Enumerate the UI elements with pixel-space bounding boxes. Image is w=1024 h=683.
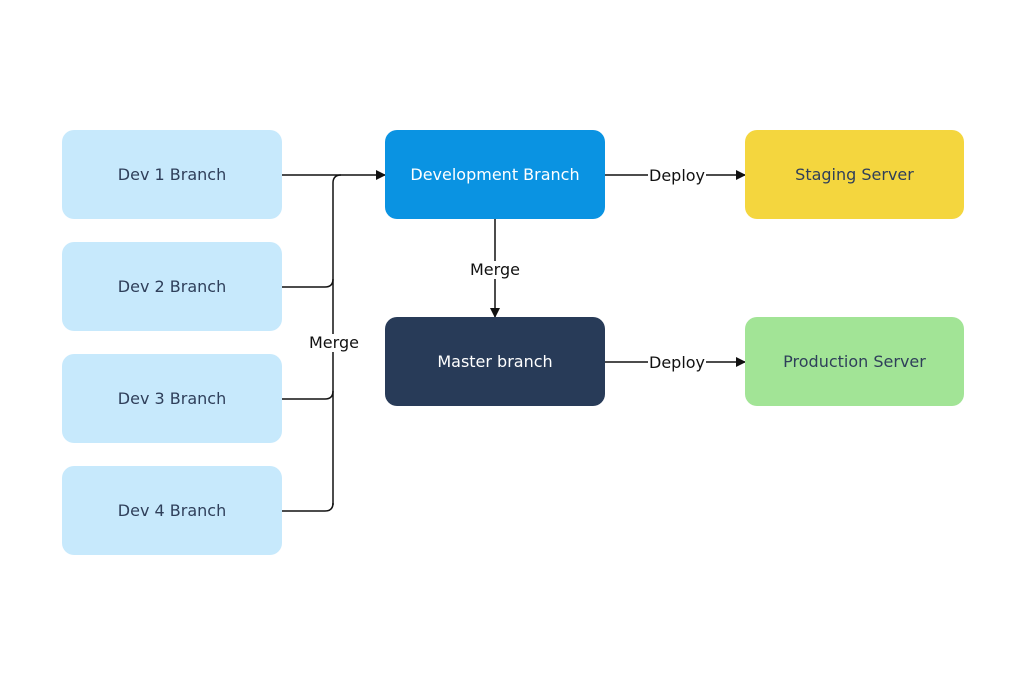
edge-dev4 [282,502,334,512]
node-master-branch: Master branch [385,317,605,406]
node-dev1-branch: Dev 1 Branch [62,130,282,219]
node-dev4-branch: Dev 4 Branch [62,466,282,555]
edge-label-deploy-staging: Deploy [648,166,707,185]
node-label: Dev 2 Branch [117,277,227,296]
node-label: Development Branch [410,165,580,184]
node-production-server: Production Server [745,317,964,406]
node-development-branch: Development Branch [385,130,605,219]
edge-label-deploy-production: Deploy [648,353,707,372]
node-dev2-branch: Dev 2 Branch [62,242,282,331]
node-label: Staging Server [795,165,914,184]
node-label: Master branch [437,352,553,371]
node-staging-server: Staging Server [745,130,964,219]
edge-dev2 [282,278,334,288]
node-label: Production Server [783,352,926,371]
node-dev3-branch: Dev 3 Branch [62,354,282,443]
node-label: Dev 1 Branch [117,165,227,184]
node-label: Dev 3 Branch [117,389,227,408]
edge-dev3 [282,390,334,400]
edge-label-merge-master: Merge [469,260,521,279]
edge-label-merge-devs: Merge [308,333,360,352]
node-label: Dev 4 Branch [117,501,227,520]
